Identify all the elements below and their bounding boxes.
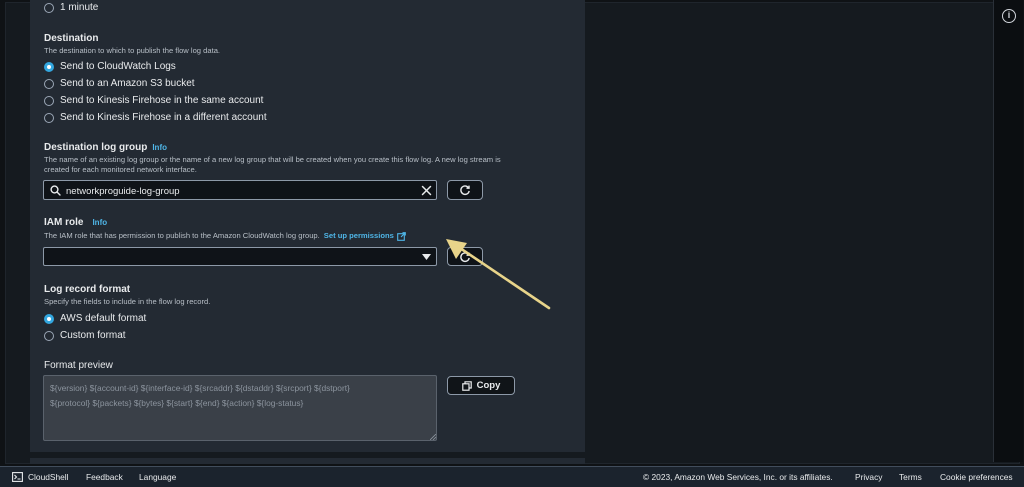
copy-button[interactable]: Copy: [447, 376, 515, 395]
radio-checked-icon: [44, 313, 54, 324]
iam-role-info-link[interactable]: Info: [92, 218, 107, 227]
log-format-description: Specify the fields to include in the flo…: [44, 297, 211, 306]
radio-icon: [44, 78, 54, 89]
iam-role-description-text: The IAM role that has permission to publ…: [44, 231, 320, 240]
copy-button-label: Copy: [476, 380, 501, 391]
annotation-arrow: [446, 239, 551, 310]
copyright-text: © 2023, Amazon Web Services, Inc. or its…: [643, 472, 833, 482]
external-link-icon[interactable]: [396, 231, 406, 241]
log-format-option-default[interactable]: AWS default format: [44, 313, 146, 324]
radio-icon: [44, 112, 54, 123]
search-icon: [50, 185, 61, 196]
format-preview-line-1: ${version} ${account-id} ${interface-id}…: [50, 383, 350, 393]
log-format-option-custom[interactable]: Custom format: [44, 330, 126, 341]
console-footer: CloudShell Feedback Language © 2023, Ama…: [0, 466, 1024, 487]
caret-down-icon: [422, 254, 431, 260]
log-format-label: Log record format: [44, 284, 131, 295]
refresh-log-groups-button[interactable]: [447, 180, 483, 200]
clear-icon[interactable]: [421, 185, 432, 196]
radio-label: Send to an Amazon S3 bucket: [60, 78, 195, 89]
help-panel-rail: [993, 0, 1023, 462]
radio-label: Send to Kinesis Firehose in the same acc…: [60, 95, 264, 106]
log-group-input[interactable]: networkproguide-log-group: [43, 180, 437, 200]
privacy-link[interactable]: Privacy: [855, 472, 882, 482]
format-preview-label: Format preview: [44, 360, 113, 371]
iam-role-header: IAM role Info: [44, 217, 107, 228]
log-group-value: networkproguide-log-group: [66, 186, 180, 197]
terminal-icon: [12, 472, 23, 482]
feedback-link[interactable]: Feedback: [86, 472, 123, 482]
format-preview-line-2: ${protocol} ${packets} ${bytes} ${start}…: [50, 398, 304, 408]
cookie-preferences-link[interactable]: Cookie preferences: [940, 472, 1013, 482]
language-link[interactable]: Language: [139, 472, 176, 482]
interval-option-1-minute[interactable]: 1 minute: [44, 2, 98, 13]
destination-description: The destination to which to publish the …: [44, 46, 221, 55]
destination-option-firehose-different[interactable]: Send to Kinesis Firehose in a different …: [44, 112, 267, 123]
cloudshell-label: CloudShell: [28, 472, 69, 482]
log-group-description-2: created for each monitored network inter…: [44, 165, 197, 174]
radio-icon: [44, 2, 54, 13]
radio-icon: [44, 95, 54, 106]
help-info-icon[interactable]: i: [1002, 9, 1016, 23]
log-group-header: Destination log group Info: [44, 142, 167, 153]
radio-label: AWS default format: [60, 313, 147, 324]
resize-handle-icon[interactable]: [430, 434, 436, 440]
next-panel-edge: [30, 458, 585, 464]
format-preview-textarea: ${version} ${account-id} ${interface-id}…: [43, 375, 437, 441]
radio-label: 1 minute: [60, 2, 99, 13]
radio-label: Custom format: [60, 330, 126, 341]
destination-option-firehose-same[interactable]: Send to Kinesis Firehose in the same acc…: [44, 95, 263, 106]
radio-label: Send to Kinesis Firehose in a different …: [60, 112, 267, 123]
refresh-icon: [460, 185, 470, 195]
destination-label: Destination: [44, 33, 99, 44]
cloudshell-button[interactable]: CloudShell: [12, 472, 69, 482]
set-up-permissions-link[interactable]: Set up permissions: [324, 231, 394, 241]
log-group-info-link[interactable]: Info: [152, 143, 167, 152]
terms-link[interactable]: Terms: [899, 472, 922, 482]
radio-icon: [44, 330, 54, 341]
iam-role-label: IAM role: [44, 217, 84, 228]
copy-icon: [461, 380, 472, 391]
iam-role-select[interactable]: [43, 247, 437, 266]
radio-checked-icon: [44, 61, 54, 72]
log-group-description-1: The name of an existing log group or the…: [44, 155, 501, 164]
log-group-label: Destination log group: [44, 142, 148, 153]
destination-option-s3[interactable]: Send to an Amazon S3 bucket: [44, 78, 195, 89]
destination-option-cloudwatch[interactable]: Send to CloudWatch Logs: [44, 61, 176, 72]
radio-label: Send to CloudWatch Logs: [60, 61, 176, 72]
iam-role-description: The IAM role that has permission to publ…: [44, 231, 406, 241]
